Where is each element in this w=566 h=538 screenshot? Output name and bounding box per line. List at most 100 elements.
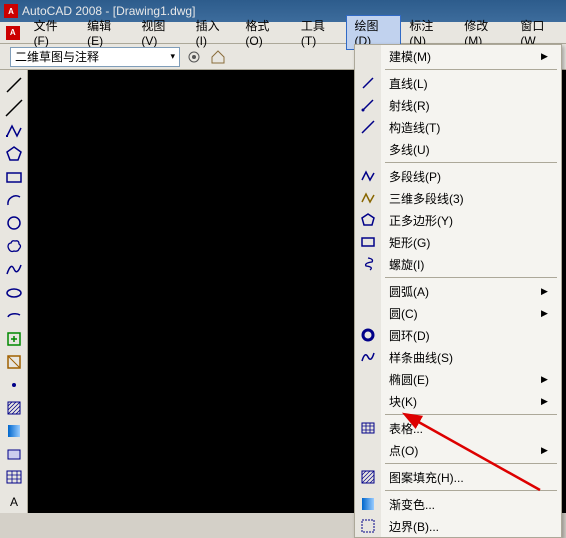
menu-item-label: 射线(R) <box>381 97 541 114</box>
draw-menu-item[interactable]: 三维多段线(3) <box>355 187 561 209</box>
menu-item-label: 多线(U) <box>381 141 541 158</box>
make-block-tool[interactable] <box>3 351 25 372</box>
blank-icon <box>355 368 381 390</box>
menu-item-4[interactable]: 格式(O) <box>237 15 293 50</box>
draw-menu-item[interactable]: 正多边形(Y) <box>355 209 561 231</box>
menu-item-2[interactable]: 视图(V) <box>133 15 187 50</box>
app-icon: A <box>4 4 18 18</box>
menu-item-label: 样条曲线(S) <box>381 349 541 366</box>
menu-item-label: 矩形(G) <box>381 234 541 251</box>
menu-item-3[interactable]: 插入(I) <box>188 15 238 50</box>
draw-menu-item[interactable]: 圆环(D) <box>355 324 561 346</box>
menu-item-label: 边界(B)... <box>381 518 541 535</box>
draw-menu-item[interactable]: 建模(M)▶ <box>355 45 561 67</box>
arc-tool[interactable] <box>3 190 25 211</box>
line-icon <box>355 72 381 94</box>
gradient-icon <box>355 493 381 515</box>
blank-icon <box>355 390 381 412</box>
workspace-home-icon[interactable] <box>208 47 228 67</box>
rectangle-tool[interactable] <box>3 166 25 187</box>
doc-icon: A <box>6 26 20 40</box>
point-tool[interactable] <box>3 374 25 395</box>
menu-item-label: 建模(M) <box>381 48 541 65</box>
text-tool[interactable]: A <box>3 490 25 511</box>
polyline-tool[interactable] <box>3 120 25 141</box>
draw-menu-item[interactable]: 螺旋(I) <box>355 253 561 275</box>
ellipse-tool[interactable] <box>3 282 25 303</box>
menu-item-0[interactable]: 文件(F) <box>26 15 80 50</box>
polygon-tool[interactable] <box>3 143 25 164</box>
draw-menu-item[interactable]: 直线(L) <box>355 72 561 94</box>
xline-icon <box>355 116 381 138</box>
draw-menu-item[interactable]: 块(K)▶ <box>355 390 561 412</box>
line-tool[interactable] <box>3 74 25 95</box>
circle-tool[interactable] <box>3 213 25 234</box>
region-tool[interactable] <box>3 444 25 465</box>
table-icon <box>355 417 381 439</box>
menu-item-label: 点(O) <box>381 442 541 459</box>
menu-item-label: 构造线(T) <box>381 119 541 136</box>
spline-tool[interactable] <box>3 259 25 280</box>
menu-item-label: 圆环(D) <box>381 327 541 344</box>
draw-toolbar: A <box>0 70 28 513</box>
draw-menu-item[interactable]: 圆(C)▶ <box>355 302 561 324</box>
revision-cloud-tool[interactable] <box>3 236 25 257</box>
helix-icon <box>355 253 381 275</box>
menubar: A 文件(F)编辑(E)视图(V)插入(I)格式(O)工具(T)绘图(D)标注(… <box>0 22 566 44</box>
draw-menu-item[interactable]: 射线(R) <box>355 94 561 116</box>
draw-menu-item[interactable]: 边界(B)... <box>355 515 561 537</box>
menu-item-label: 圆弧(A) <box>381 283 541 300</box>
submenu-arrow-icon: ▶ <box>541 286 553 297</box>
workspace-dropdown[interactable]: 二维草图与注释 <box>10 47 180 67</box>
menu-item-label: 螺旋(I) <box>381 256 541 273</box>
menu-item-label: 直线(L) <box>381 75 541 92</box>
menu-item-5[interactable]: 工具(T) <box>293 15 347 50</box>
menu-item-1[interactable]: 编辑(E) <box>79 15 133 50</box>
menu-item-label: 渐变色... <box>381 496 541 513</box>
draw-menu-item[interactable]: 构造线(T) <box>355 116 561 138</box>
menu-item-label: 三维多段线(3) <box>381 190 541 207</box>
menu-item-label: 正多边形(Y) <box>381 212 541 229</box>
draw-menu-item[interactable]: 圆弧(A)▶ <box>355 280 561 302</box>
draw-menu-item[interactable]: 矩形(G) <box>355 231 561 253</box>
workspace-settings-icon[interactable] <box>184 47 204 67</box>
draw-menu-item[interactable]: 多线(U) <box>355 138 561 160</box>
draw-menu-item[interactable]: 图案填充(H)... <box>355 466 561 488</box>
blank-icon <box>355 439 381 461</box>
table-tool[interactable] <box>3 467 25 488</box>
ellipse-arc-tool[interactable] <box>3 305 25 326</box>
submenu-arrow-icon: ▶ <box>541 308 553 319</box>
hatch-tool[interactable] <box>3 398 25 419</box>
menu-item-label: 图案填充(H)... <box>381 469 541 486</box>
draw-menu-item[interactable]: 渐变色... <box>355 493 561 515</box>
blank-icon <box>355 138 381 160</box>
svg-text:A: A <box>9 495 17 509</box>
submenu-arrow-icon: ▶ <box>541 51 553 62</box>
menu-item-label: 表格... <box>381 420 541 437</box>
blank-icon <box>355 280 381 302</box>
workspace-dropdown-value: 二维草图与注释 <box>15 48 99 65</box>
insert-block-tool[interactable] <box>3 328 25 349</box>
construction-line-tool[interactable] <box>3 97 25 118</box>
ray-icon <box>355 94 381 116</box>
draw-menu-item[interactable]: 点(O)▶ <box>355 439 561 461</box>
gradient-tool[interactable] <box>3 421 25 442</box>
rectangle-icon <box>355 231 381 253</box>
hatch-icon <box>355 466 381 488</box>
polyline-icon <box>355 165 381 187</box>
submenu-arrow-icon: ▶ <box>541 374 553 385</box>
draw-menu-item[interactable]: 样条曲线(S) <box>355 346 561 368</box>
3dpoly-icon <box>355 187 381 209</box>
draw-menu-item[interactable]: 多段线(P) <box>355 165 561 187</box>
menu-item-label: 多段线(P) <box>381 168 541 185</box>
boundary-icon <box>355 515 381 537</box>
spline-icon <box>355 346 381 368</box>
draw-menu: 建模(M)▶直线(L)射线(R)构造线(T)多线(U)多段线(P)三维多段线(3… <box>354 44 562 538</box>
blank-icon <box>355 45 381 67</box>
draw-menu-item[interactable]: 表格... <box>355 417 561 439</box>
menu-item-label: 圆(C) <box>381 305 541 322</box>
draw-menu-item[interactable]: 椭圆(E)▶ <box>355 368 561 390</box>
menu-item-label: 椭圆(E) <box>381 371 541 388</box>
donut-icon <box>355 324 381 346</box>
blank-icon <box>355 302 381 324</box>
